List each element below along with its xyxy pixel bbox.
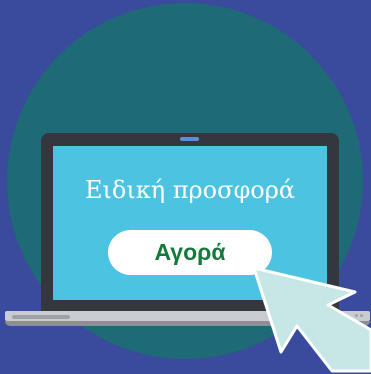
webcam-icon — [180, 137, 199, 141]
laptop-base-dot — [355, 314, 358, 317]
laptop-trackpad-notch — [12, 315, 70, 319]
illustration-scene: Ειδική προσφορά Αγορά — [0, 0, 371, 374]
laptop-screen — [53, 146, 327, 300]
promo-title: Ειδική προσφορά — [84, 176, 296, 204]
buy-button[interactable]: Αγορά — [108, 230, 272, 275]
laptop-base-dot — [360, 314, 363, 317]
laptop-base-shadow — [5, 321, 370, 326]
